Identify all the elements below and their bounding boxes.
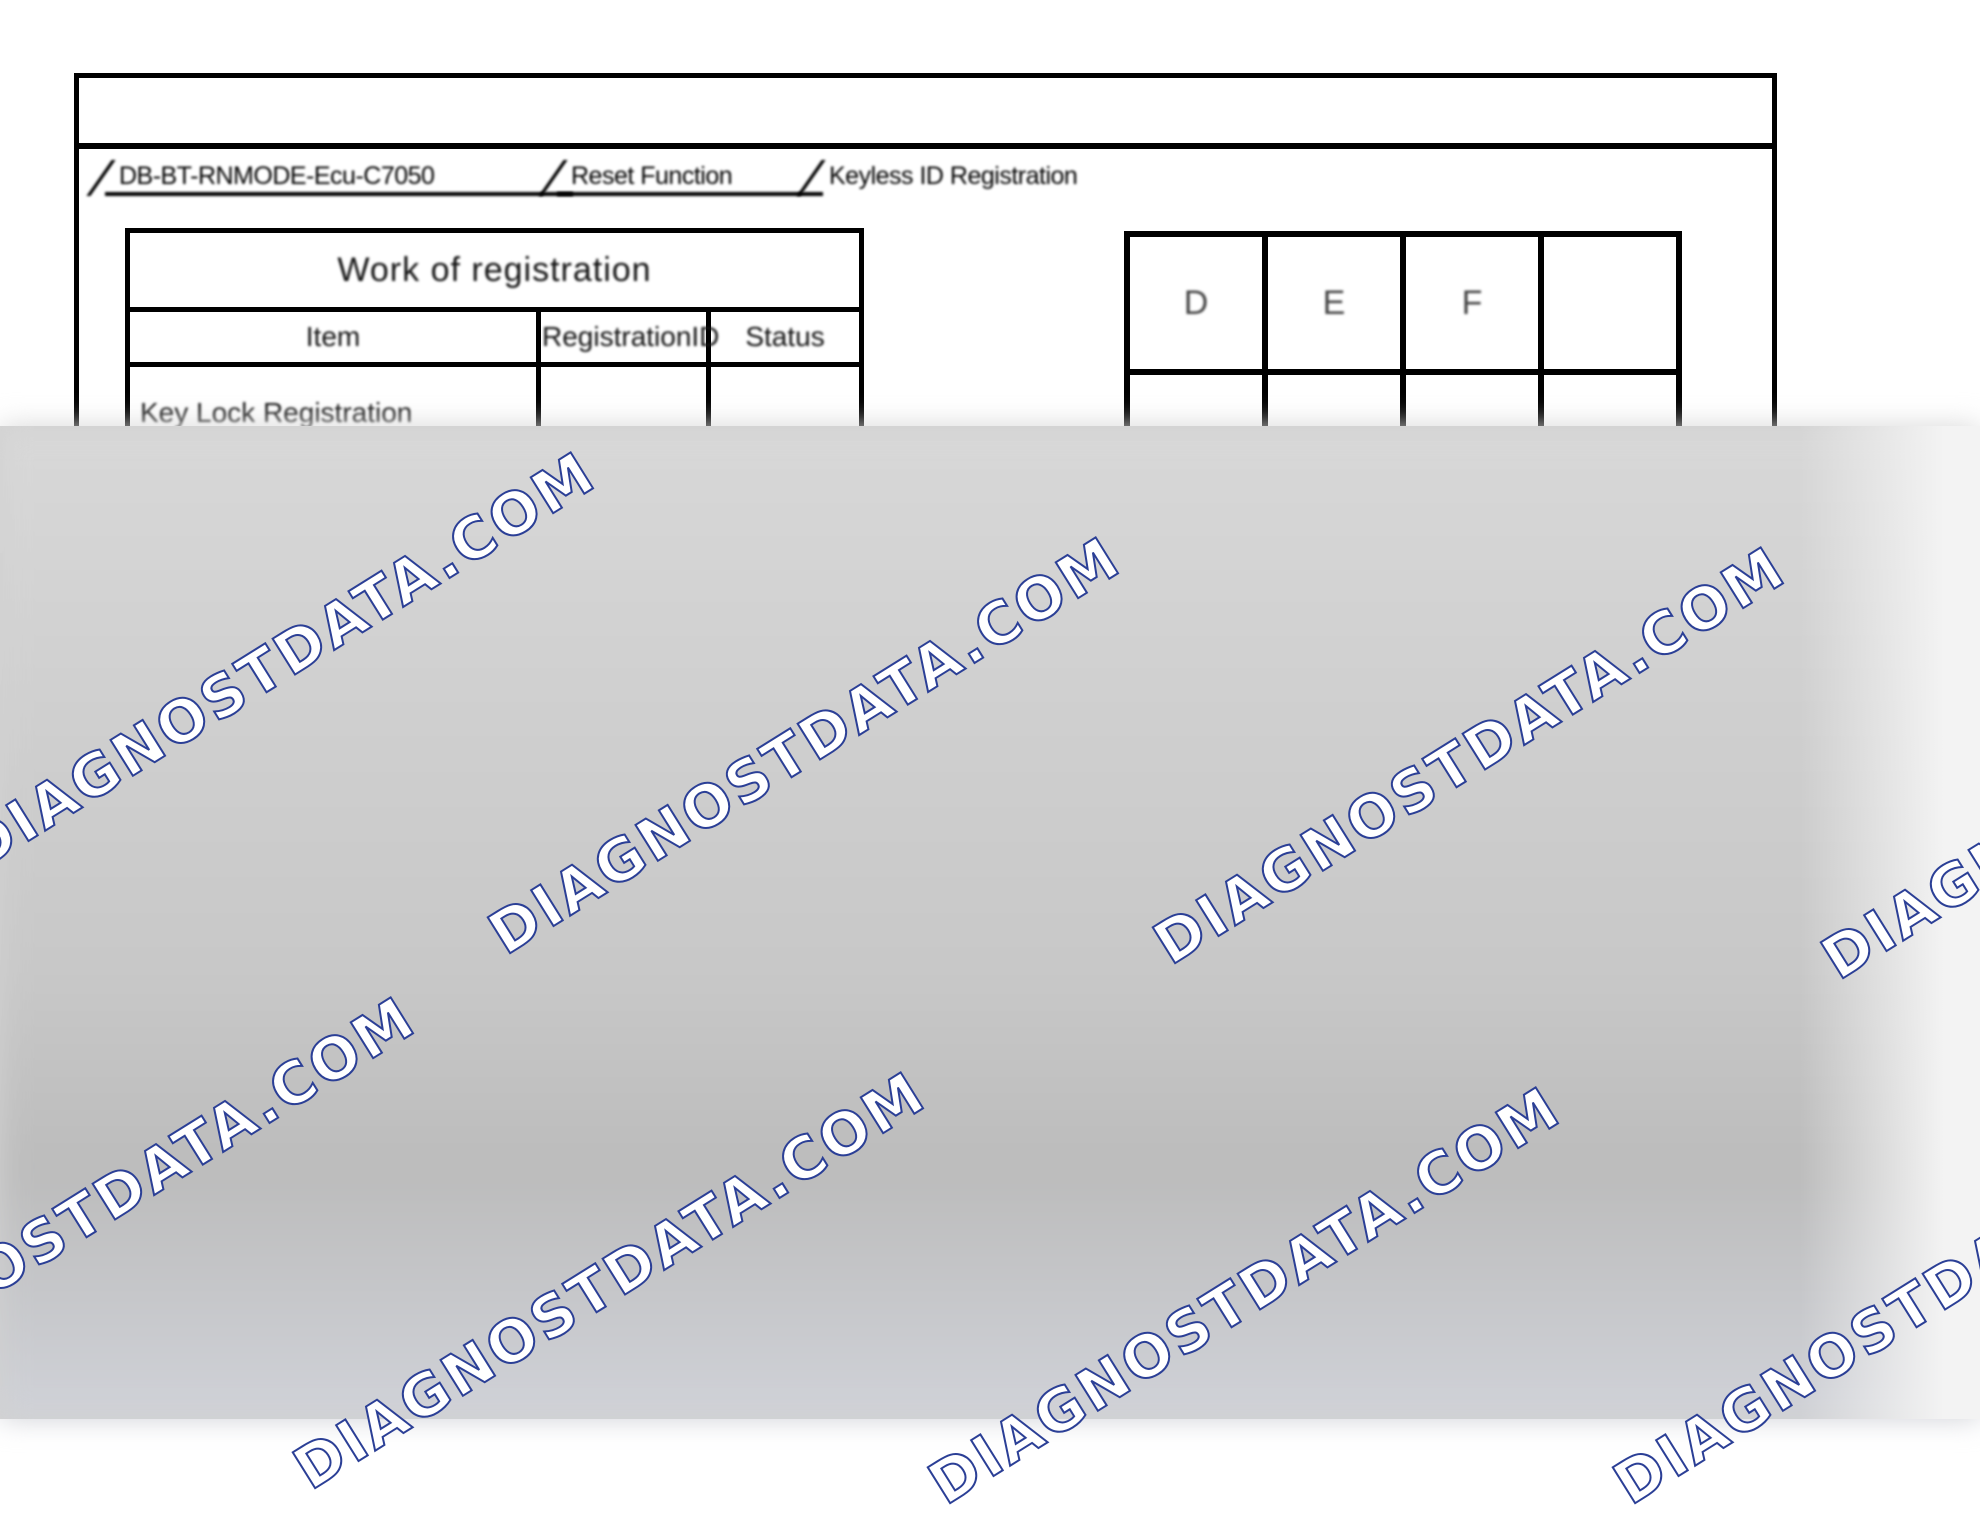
blurred-overlay <box>0 426 1980 1419</box>
title-bar <box>79 78 1772 149</box>
tab-reset-function[interactable]: Reset Function <box>538 160 823 196</box>
grid-cell-e[interactable]: E <box>1262 231 1406 375</box>
column-header-registration-id: RegistrationID <box>536 307 719 367</box>
grid-cell-blank[interactable] <box>1538 231 1682 375</box>
tab-keyless-id-registration[interactable]: Keyless ID Registration <box>796 160 1091 196</box>
grid-cell-d[interactable]: D <box>1124 231 1268 375</box>
tab-ecu-mode[interactable]: DB-BT-RNMODE-Ecu-C7050 <box>86 160 573 196</box>
tab-label: Keyless ID Registration <box>829 162 1078 190</box>
column-header-item: Item <box>125 307 541 367</box>
tab-strip: DB-BT-RNMODE-Ecu-C7050 Reset Function Ke… <box>79 154 1772 198</box>
tab-label: DB-BT-RNMODE-Ecu-C7050 <box>119 162 435 190</box>
tab-label: Reset Function <box>571 162 733 190</box>
tab-edge <box>86 160 116 196</box>
grid-cell-f[interactable]: F <box>1400 231 1544 375</box>
table-caption: Work of registration <box>124 228 865 312</box>
column-header-status: Status <box>705 307 865 367</box>
